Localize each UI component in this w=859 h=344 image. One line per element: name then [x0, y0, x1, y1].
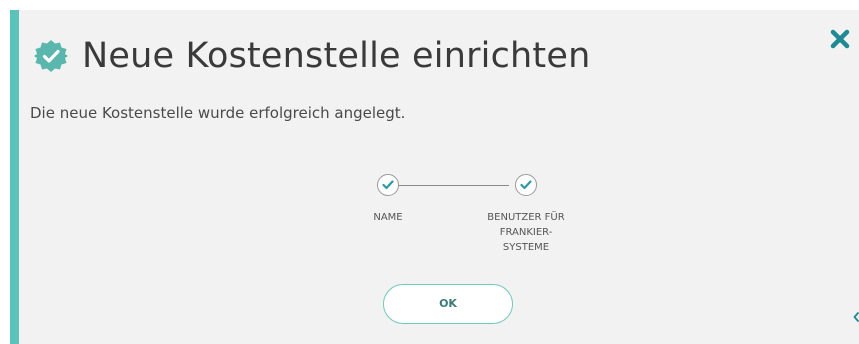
step-2-circle: [515, 174, 537, 196]
dialog-title: Neue Kostenstelle einrichten: [82, 36, 591, 76]
check-icon: [520, 180, 532, 190]
close-icon: [830, 29, 850, 49]
verified-badge-icon: [34, 40, 68, 72]
chevron-left-icon: [853, 312, 859, 322]
ok-button[interactable]: OK: [383, 284, 513, 324]
step-2-label-line: FRANKIER-: [499, 227, 553, 238]
step-2-label-line: BENUTZER FÜR: [487, 212, 565, 223]
success-message: Die neue Kostenstelle wurde erfolgreich …: [30, 104, 406, 122]
step-2-label: BENUTZER FÜR FRANKIER- SYSTEME: [476, 210, 576, 255]
title-row: Neue Kostenstelle einrichten: [34, 36, 590, 76]
step-2-label-line: SYSTEME: [502, 242, 550, 253]
step-1-label: NAME: [373, 212, 403, 223]
success-dialog: Neue Kostenstelle einrichten Die neue Ko…: [10, 10, 859, 344]
stepper: NAME BENUTZER FÜR FRANKIER- SYSTEME: [355, 174, 575, 274]
step-1-circle: [377, 174, 399, 196]
close-button[interactable]: [827, 26, 853, 52]
check-icon: [382, 180, 394, 190]
